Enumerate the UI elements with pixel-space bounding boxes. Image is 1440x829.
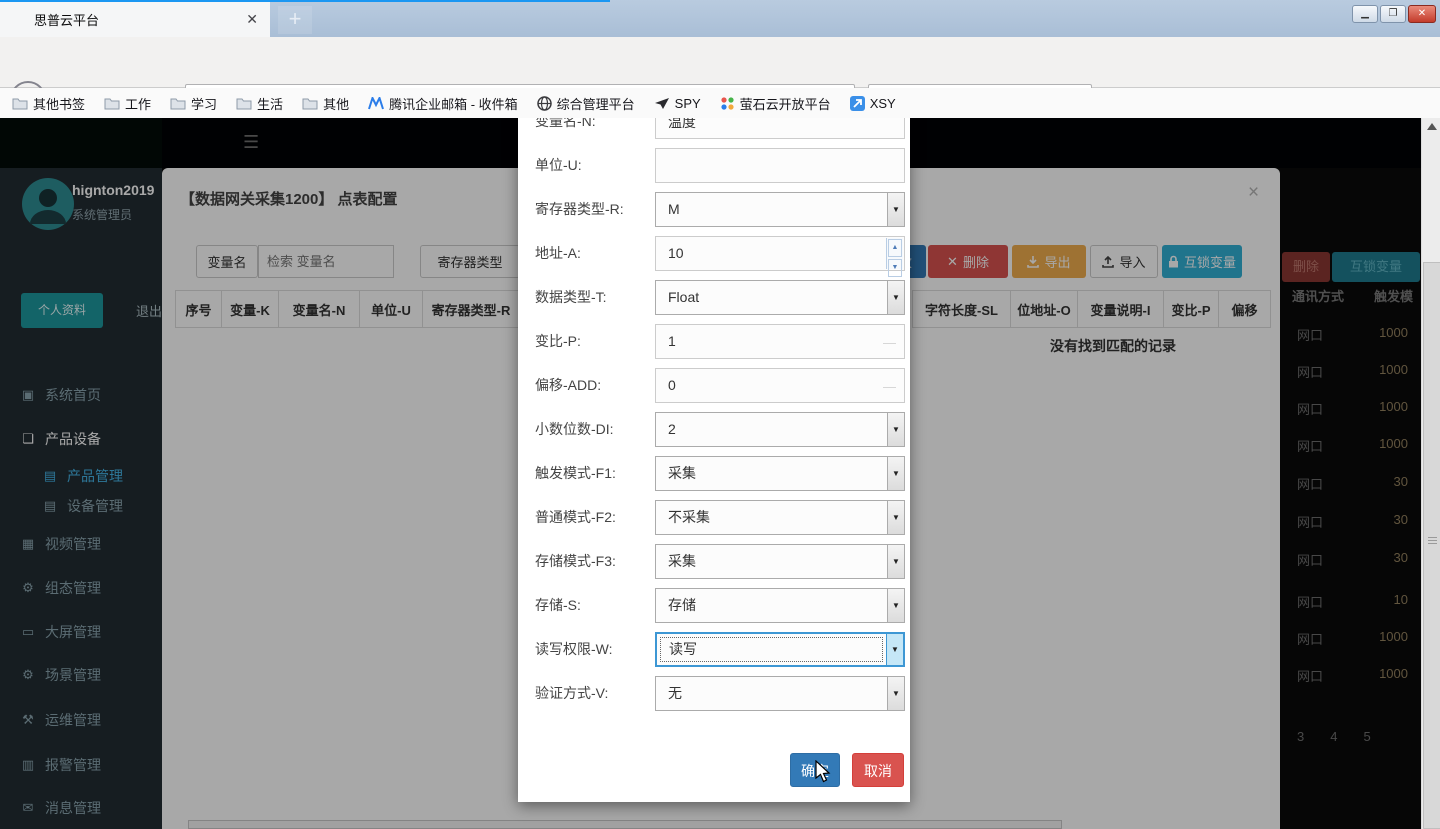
ezviz-icon bbox=[720, 96, 735, 111]
form-row: 存储-S: 存储▼ bbox=[518, 588, 910, 624]
browser-navbar: ← → ⟳ ⌂ iot.idosp.net/admin/index.html?l… bbox=[0, 37, 1440, 88]
field-label-datatype: 数据类型-T: bbox=[535, 280, 607, 315]
bookmark-folder-other[interactable]: 其他书签 bbox=[12, 94, 85, 113]
field-label-storage-mode: 存储模式-F3: bbox=[535, 544, 616, 579]
browser-tab[interactable]: 思普云平台 ✕ bbox=[0, 2, 270, 37]
field-label-decimals: 小数位数-DI: bbox=[535, 412, 614, 447]
offset-input[interactable]: 0— bbox=[655, 368, 905, 403]
bookmarks-bar: 其他书签 工作 学习 生活 其他 腾讯企业邮箱 - 收件箱 综合管理平台 SP bbox=[0, 88, 1440, 118]
address-stepper[interactable]: 10▲▼ bbox=[655, 236, 905, 271]
folder-icon bbox=[12, 97, 28, 110]
datatype-select[interactable]: Float▼ bbox=[655, 280, 905, 315]
storage-mode-select[interactable]: 采集▼ bbox=[655, 544, 905, 579]
bookmark-xsy[interactable]: XSY bbox=[850, 96, 896, 111]
field-label-storage: 存储-S: bbox=[535, 588, 581, 623]
form-row: 小数位数-DI: 2▼ bbox=[518, 412, 910, 448]
form-row: 偏移-ADD: 0— bbox=[518, 368, 910, 404]
spinner-arrows[interactable]: ▲▼ bbox=[886, 238, 903, 269]
page-scrollbar[interactable] bbox=[1421, 118, 1440, 829]
form-row: 地址-A: 10▲▼ bbox=[518, 236, 910, 272]
window-minimize-button[interactable]: ▁ bbox=[1352, 5, 1378, 23]
tab-close-icon[interactable]: ✕ bbox=[246, 11, 258, 28]
tab-title: 思普云平台 bbox=[34, 10, 246, 29]
chevron-down-icon: ▼ bbox=[887, 193, 904, 226]
field-label-unit: 单位-U: bbox=[535, 148, 582, 183]
mouse-cursor bbox=[815, 760, 832, 784]
new-tab-button[interactable]: + bbox=[278, 6, 312, 34]
paper-plane-icon bbox=[654, 97, 670, 110]
chevron-down-icon: ▼ bbox=[887, 413, 904, 446]
folder-icon bbox=[170, 97, 186, 110]
bookmark-folder-misc[interactable]: 其他 bbox=[302, 94, 349, 113]
scroll-up-arrow[interactable] bbox=[1427, 123, 1437, 130]
field-label-offset: 偏移-ADD: bbox=[535, 368, 601, 403]
bookmark-tencent-mail[interactable]: 腾讯企业邮箱 - 收件箱 bbox=[368, 94, 518, 113]
folder-icon bbox=[104, 97, 120, 110]
cancel-button[interactable]: 取消 bbox=[852, 753, 904, 787]
form-row: 变量名-N: bbox=[518, 118, 910, 140]
form-row: 读写权限-W: 读写▼ bbox=[518, 632, 910, 668]
scrollbar-grip bbox=[1428, 537, 1437, 538]
chevron-down-icon: ▼ bbox=[887, 589, 904, 622]
bookmark-ezviz[interactable]: 萤石云开放平台 bbox=[720, 94, 831, 113]
form-row: 变比-P: 1— bbox=[518, 324, 910, 360]
varname-input[interactable] bbox=[655, 118, 905, 139]
field-label-rw-permission: 读写权限-W: bbox=[535, 632, 613, 667]
window-close-button[interactable]: ✕ bbox=[1408, 5, 1436, 23]
bookmark-folder-study[interactable]: 学习 bbox=[170, 94, 217, 113]
field-label-varname: 变量名-N: bbox=[535, 118, 596, 139]
chevron-down-icon: ▼ bbox=[887, 281, 904, 314]
form-row: 单位-U: bbox=[518, 148, 910, 184]
tencent-mail-icon bbox=[368, 97, 384, 110]
browser-titlebar: 思普云平台 ✕ + ▁ ❐ ✕ bbox=[0, 0, 1440, 37]
chevron-down-icon: ▼ bbox=[887, 501, 904, 534]
field-label-regtype: 寄存器类型-R: bbox=[535, 192, 624, 227]
form-row: 触发模式-F1: 采集▼ bbox=[518, 456, 910, 492]
field-label-trigger-mode: 触发模式-F1: bbox=[535, 456, 616, 491]
xsy-icon bbox=[850, 96, 865, 111]
form-row: 验证方式-V: 无▼ bbox=[518, 676, 910, 712]
trigger-mode-select[interactable]: 采集▼ bbox=[655, 456, 905, 491]
form-row: 普通模式-F2: 不采集▼ bbox=[518, 500, 910, 536]
form-row: 存储模式-F3: 采集▼ bbox=[518, 544, 910, 580]
folder-icon bbox=[236, 97, 252, 110]
decimals-select[interactable]: 2▼ bbox=[655, 412, 905, 447]
field-label-normal-mode: 普通模式-F2: bbox=[535, 500, 616, 535]
field-label-ratio: 变比-P: bbox=[535, 324, 581, 359]
page-viewport: ☰ hignton2019 系统管理员 个人资料 退出 ▣系统首页 ❏产品设备 … bbox=[0, 118, 1440, 829]
ratio-input[interactable]: 1— bbox=[655, 324, 905, 359]
bookmark-spy[interactable]: SPY bbox=[654, 96, 701, 111]
disabled-spinner-mark: — bbox=[883, 325, 896, 360]
form-row: 数据类型-T: Float▼ bbox=[518, 280, 910, 316]
scrollbar-thumb[interactable] bbox=[1423, 262, 1440, 829]
normal-mode-select[interactable]: 不采集▼ bbox=[655, 500, 905, 535]
chevron-down-icon: ▼ bbox=[887, 457, 904, 490]
field-label-address: 地址-A: bbox=[535, 236, 581, 271]
unit-input[interactable] bbox=[655, 148, 905, 183]
point-edit-modal: 变量名-N: 单位-U: 寄存器类型-R: M▼ 地址-A: 10▲▼ 数据类型… bbox=[518, 118, 910, 802]
verify-method-select[interactable]: 无▼ bbox=[655, 676, 905, 711]
storage-select[interactable]: 存储▼ bbox=[655, 588, 905, 623]
rw-permission-select[interactable]: 读写▼ bbox=[655, 632, 905, 667]
disabled-spinner-mark: — bbox=[883, 369, 896, 404]
chevron-down-icon: ▼ bbox=[886, 634, 903, 665]
bookmark-folder-life[interactable]: 生活 bbox=[236, 94, 283, 113]
screen: 思普云平台 ✕ + ▁ ❐ ✕ ← → ⟳ ⌂ iot.idosp.net/ad… bbox=[0, 0, 1440, 829]
form-row: 寄存器类型-R: M▼ bbox=[518, 192, 910, 228]
field-label-verify-method: 验证方式-V: bbox=[535, 676, 608, 711]
chevron-down-icon: ▼ bbox=[887, 545, 904, 578]
bookmark-mgmt-platform[interactable]: 综合管理平台 bbox=[537, 94, 635, 113]
globe-icon bbox=[537, 96, 552, 111]
regtype-select[interactable]: M▼ bbox=[655, 192, 905, 227]
bookmark-folder-work[interactable]: 工作 bbox=[104, 94, 151, 113]
folder-icon bbox=[302, 97, 318, 110]
window-restore-button[interactable]: ❐ bbox=[1380, 5, 1406, 23]
chevron-down-icon: ▼ bbox=[887, 677, 904, 710]
